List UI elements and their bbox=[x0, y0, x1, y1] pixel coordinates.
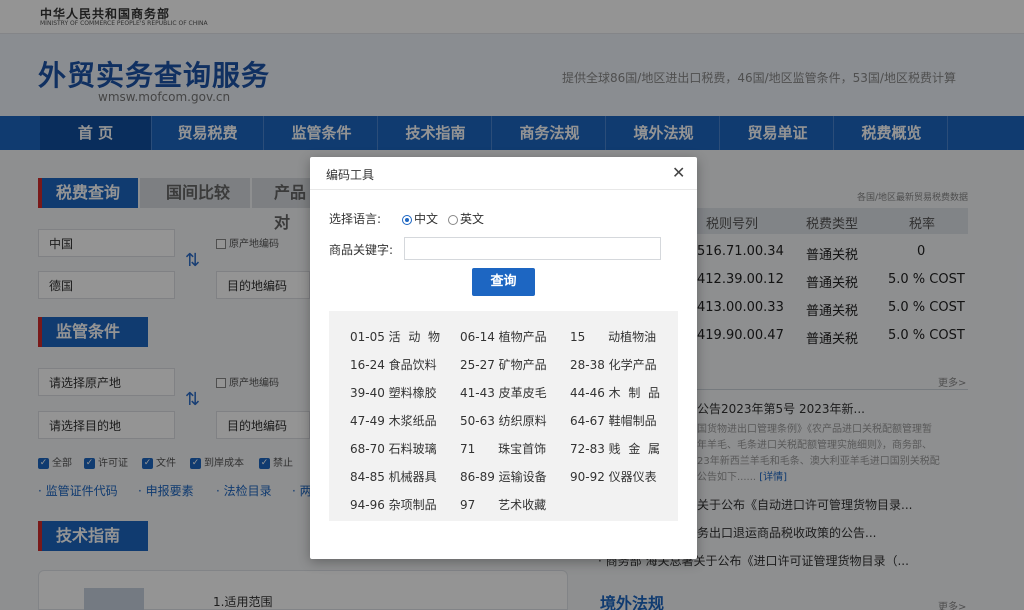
hs-category-link[interactable]: 64-67 鞋帽制品 bbox=[570, 412, 657, 429]
hs-category-link[interactable]: 25-27 矿物产品 bbox=[460, 356, 547, 373]
query-button[interactable]: 查询 bbox=[472, 268, 535, 296]
language-english-radio[interactable]: 英文 bbox=[448, 210, 484, 227]
keyword-input[interactable] bbox=[404, 237, 661, 260]
dialog-title: 编码工具 bbox=[326, 168, 375, 182]
hs-category-link[interactable]: 68-70 石料玻璃 bbox=[350, 440, 437, 457]
divider bbox=[310, 189, 697, 190]
hs-category-link[interactable]: 84-85 机械器具 bbox=[350, 468, 437, 485]
hs-category-link[interactable]: 16-24 食品饮料 bbox=[350, 356, 437, 373]
radio-label: 英文 bbox=[460, 212, 485, 226]
hs-category-link[interactable]: 44-46 木 制 品 bbox=[570, 384, 660, 401]
language-chinese-radio[interactable]: 中文 bbox=[402, 210, 438, 227]
hs-category-link[interactable]: 15 动植物油 bbox=[570, 328, 656, 345]
hs-category-link[interactable]: 01-05 活 动 物 bbox=[350, 328, 440, 345]
radio-selected-icon bbox=[402, 214, 412, 225]
language-label: 选择语言: bbox=[329, 212, 382, 226]
code-tool-dialog: 编码工具 ✕ 选择语言: 中文 英文 商品关键字: 查询 01-05 活 动 物… bbox=[310, 157, 697, 559]
hs-category-link[interactable]: 39-40 塑料橡胶 bbox=[350, 384, 437, 401]
hs-category-link[interactable]: 06-14 植物产品 bbox=[460, 328, 547, 345]
hs-category-link[interactable]: 47-49 木浆纸品 bbox=[350, 412, 437, 429]
hs-category-link[interactable]: 72-83 贱 金 属 bbox=[570, 440, 660, 457]
close-icon[interactable]: ✕ bbox=[672, 163, 685, 182]
hs-category-panel: 01-05 活 动 物 06-14 植物产品 15 动植物油 16-24 食品饮… bbox=[329, 311, 678, 521]
hs-category-link[interactable]: 50-63 纺织原料 bbox=[460, 412, 547, 429]
radio-icon bbox=[448, 214, 458, 225]
hs-category-link[interactable]: 86-89 运输设备 bbox=[460, 468, 547, 485]
keyword-label: 商品关键字: bbox=[329, 243, 394, 257]
radio-label: 中文 bbox=[414, 212, 439, 226]
hs-category-link[interactable]: 94-96 杂项制品 bbox=[350, 496, 437, 513]
hs-category-link[interactable]: 71 珠宝首饰 bbox=[460, 440, 546, 457]
hs-category-link[interactable]: 97 艺术收藏 bbox=[460, 496, 546, 513]
hs-category-link[interactable]: 41-43 皮革皮毛 bbox=[460, 384, 547, 401]
hs-category-link[interactable]: 90-92 仪器仪表 bbox=[570, 468, 657, 485]
hs-category-link[interactable]: 28-38 化学产品 bbox=[570, 356, 657, 373]
